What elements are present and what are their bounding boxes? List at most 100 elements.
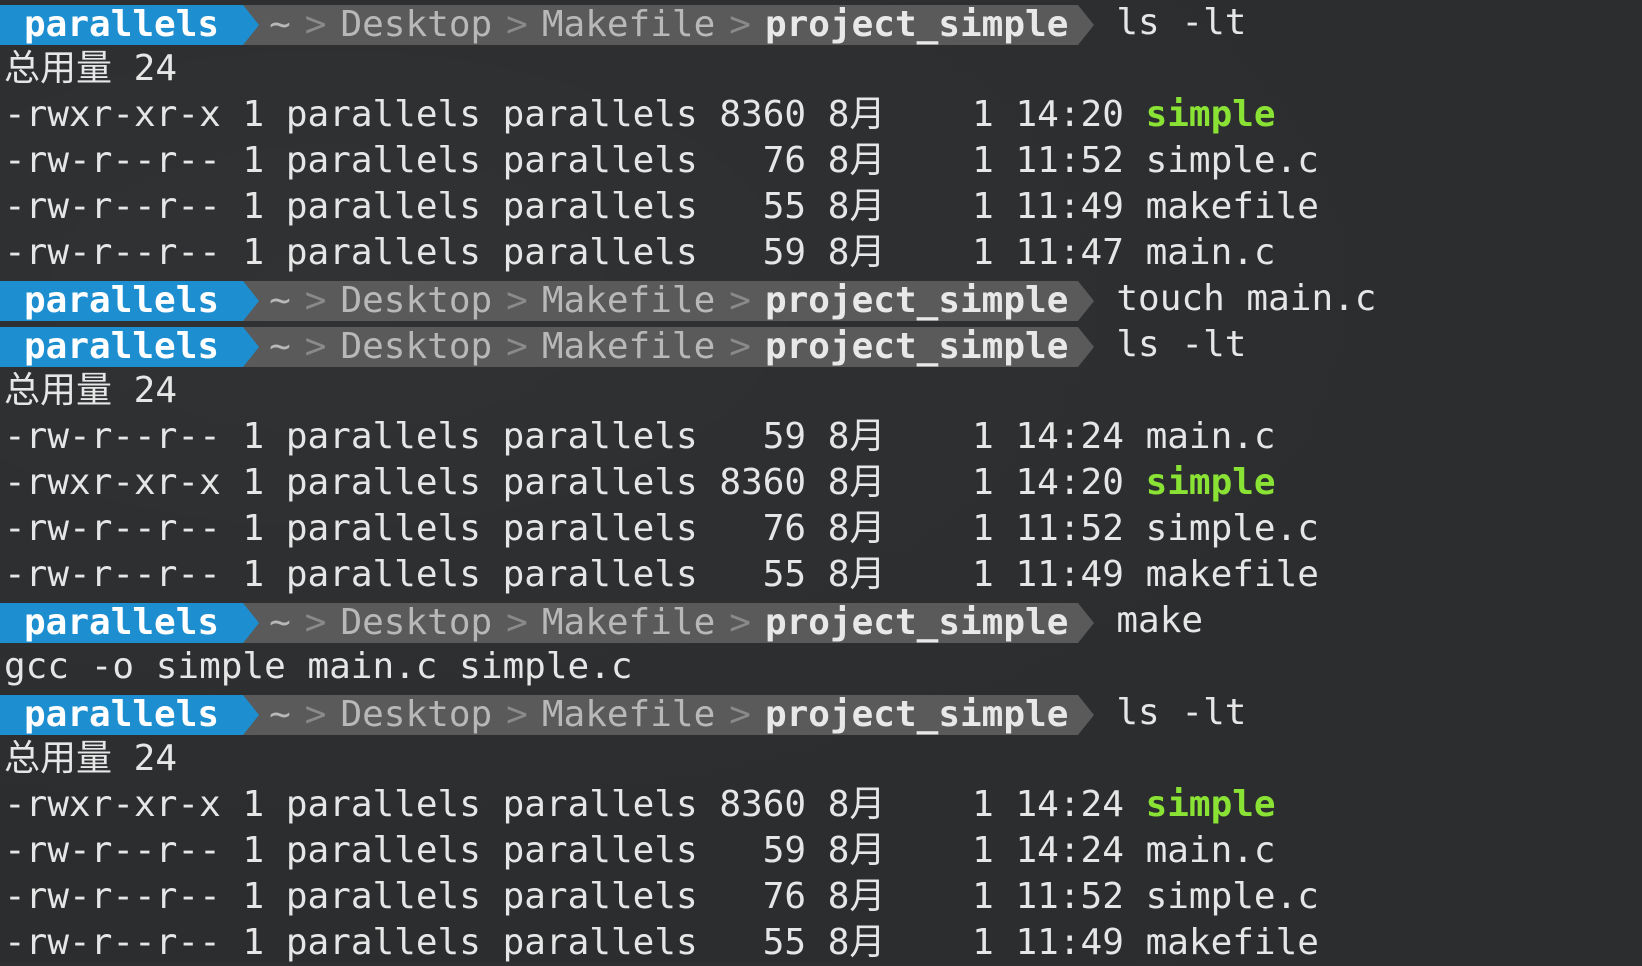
file-links: 1 [242, 922, 265, 963]
file-day: 1 [907, 830, 994, 871]
file-day: 1 [907, 186, 994, 227]
prompt-path-segment: ~ > Desktop > Makefile > project_simple [259, 3, 1079, 45]
file-name[interactable]: simple [1146, 784, 1276, 825]
file-listing-row: -rw-r--r-- 1 parallels parallels 76 8月 1… [0, 874, 1642, 920]
output-line: 总用量 24 [0, 368, 1642, 414]
file-group: parallels [502, 232, 698, 273]
file-group: parallels [502, 554, 698, 595]
file-size: 55 [719, 554, 807, 595]
prompt-line: parallels ~ > Desktop > Makefile > project_simp… [0, 276, 1642, 322]
file-listing-row: -rw-r--r-- 1 parallels parallels 59 8月 1… [0, 414, 1642, 460]
file-links: 1 [242, 462, 265, 503]
prompt-line: parallels ~ > Desktop > Makefile > project_simp… [0, 598, 1642, 644]
file-links: 1 [242, 554, 265, 595]
file-listing-row: -rw-r--r-- 1 parallels parallels 59 8月 1… [0, 230, 1642, 276]
file-time: 11:52 [1015, 140, 1124, 181]
file-group: parallels [502, 416, 698, 457]
file-listing-row: -rw-r--r-- 1 parallels parallels 55 8月 1… [0, 920, 1642, 966]
file-day: 1 [907, 416, 994, 457]
file-time: 14:24 [1015, 784, 1124, 825]
chevron-right-icon: > [304, 325, 327, 367]
output-line: 总用量 24 [0, 736, 1642, 782]
prompt-cwd: project_simple [764, 3, 1069, 45]
prompt-arrow-icon [243, 280, 260, 321]
file-group: parallels [502, 784, 698, 825]
file-day: 1 [907, 922, 994, 963]
terminal-window[interactable]: parallels ~ > Desktop > Makefile > project_simp… [0, 0, 1642, 963]
path-part: ~ [269, 279, 291, 321]
file-size: 55 [719, 922, 807, 963]
file-listing-row: -rwxr-xr-x 1 parallels parallels 8360 8月… [0, 92, 1642, 138]
prompt-user-segment: parallels [0, 694, 244, 735]
output-line: 总用量 24 [0, 46, 1642, 92]
prompt-line: parallels ~ > Desktop > Makefile > project_simp… [0, 690, 1642, 736]
file-name[interactable]: simple.c [1146, 508, 1319, 549]
file-permissions: -rw-r--r-- [4, 922, 221, 963]
file-time: 11:52 [1015, 876, 1124, 917]
path-part: Makefile [541, 279, 716, 321]
path-part: Makefile [541, 3, 716, 45]
file-permissions: -rw-r--r-- [4, 140, 221, 181]
file-month: 8月 [827, 416, 886, 457]
file-permissions: -rw-r--r-- [4, 830, 221, 871]
file-owner: parallels [285, 232, 481, 273]
file-day: 1 [907, 94, 994, 135]
chevron-right-icon: > [506, 279, 528, 321]
file-links: 1 [242, 140, 265, 181]
file-day: 1 [907, 462, 994, 503]
prompt-cwd: project_simple [764, 279, 1069, 321]
file-name[interactable]: main.c [1146, 416, 1276, 457]
file-name[interactable]: makefile [1146, 554, 1319, 595]
file-day: 1 [907, 508, 994, 549]
chevron-right-icon: > [729, 601, 751, 643]
prompt-user-segment: parallels [0, 280, 244, 321]
file-name[interactable]: simple.c [1146, 140, 1319, 181]
file-permissions: -rwxr-xr-x [4, 784, 221, 825]
file-group: parallels [502, 186, 698, 227]
file-group: parallels [502, 876, 698, 917]
file-permissions: -rw-r--r-- [4, 508, 221, 549]
file-name[interactable]: simple.c [1146, 876, 1319, 917]
file-links: 1 [242, 876, 265, 917]
file-permissions: -rw-r--r-- [4, 876, 221, 917]
file-month: 8月 [827, 830, 886, 871]
file-owner: parallels [285, 784, 481, 825]
command-text: ls -lt [1116, 692, 1247, 733]
chevron-right-icon: > [729, 279, 751, 321]
file-group: parallels [502, 94, 698, 135]
prompt-cwd: project_simple [764, 601, 1069, 643]
file-time: 14:24 [1015, 416, 1124, 457]
file-owner: parallels [285, 140, 481, 181]
file-permissions: -rw-r--r-- [4, 186, 221, 227]
chevron-right-icon: > [506, 693, 528, 735]
chevron-right-icon: > [506, 3, 528, 45]
file-time: 11:47 [1015, 232, 1124, 273]
chevron-right-icon: > [304, 601, 327, 643]
command-text: ls -lt [1116, 2, 1247, 43]
file-time: 14:24 [1015, 830, 1124, 871]
file-name[interactable]: makefile [1146, 922, 1319, 963]
prompt-end-arrow-icon [1078, 4, 1095, 45]
path-part: Desktop [340, 279, 493, 321]
file-name[interactable]: simple [1146, 94, 1276, 135]
path-part: Desktop [340, 601, 493, 643]
file-name[interactable]: simple [1146, 462, 1276, 503]
prompt-line: parallels ~ > Desktop > Makefile > project_simp… [0, 0, 1642, 46]
prompt-path-segment: ~ > Desktop > Makefile > project_simple [259, 279, 1079, 321]
file-group: parallels [502, 140, 698, 181]
file-name[interactable]: makefile [1146, 186, 1319, 227]
chevron-right-icon: > [304, 279, 327, 321]
file-group: parallels [502, 508, 698, 549]
file-listing-row: -rw-r--r-- 1 parallels parallels 55 8月 1… [0, 184, 1642, 230]
file-links: 1 [242, 232, 265, 273]
file-name[interactable]: main.c [1146, 232, 1276, 273]
chevron-right-icon: > [729, 3, 751, 45]
chevron-right-icon: > [506, 325, 528, 367]
file-time: 14:20 [1015, 94, 1124, 135]
file-group: parallels [502, 922, 698, 963]
prompt-arrow-icon [243, 4, 260, 45]
prompt-end-arrow-icon [1078, 602, 1095, 643]
path-part: ~ [269, 325, 291, 367]
file-name[interactable]: main.c [1146, 830, 1276, 871]
path-part: Desktop [340, 325, 493, 367]
